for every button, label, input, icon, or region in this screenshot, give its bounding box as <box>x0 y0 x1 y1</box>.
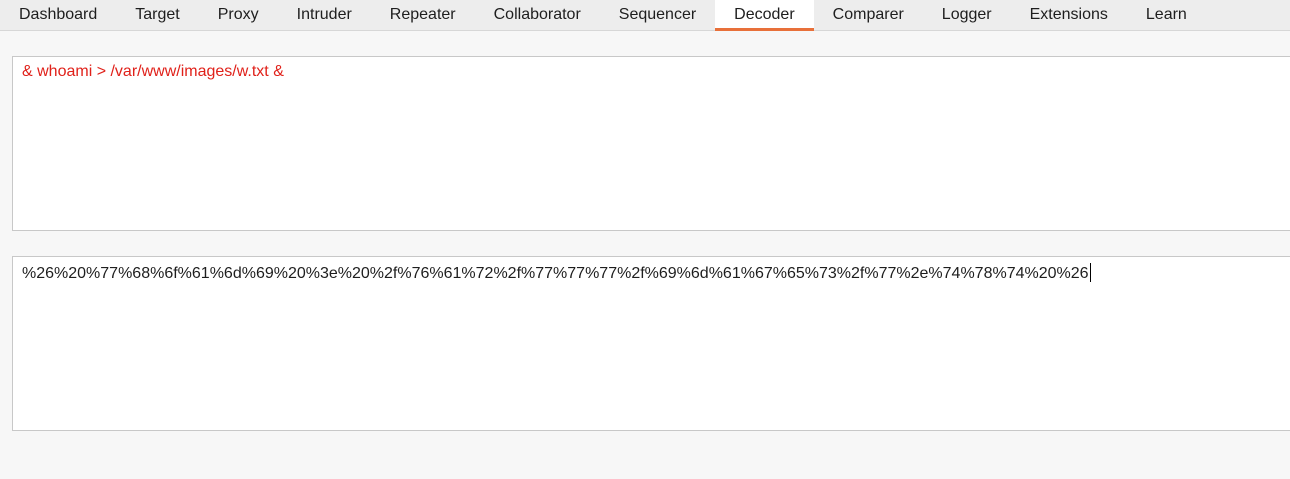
tab-dashboard[interactable]: Dashboard <box>0 0 116 30</box>
tab-logger[interactable]: Logger <box>923 0 1011 30</box>
tab-extensions[interactable]: Extensions <box>1011 0 1127 30</box>
tab-proxy[interactable]: Proxy <box>199 0 278 30</box>
tab-repeater[interactable]: Repeater <box>371 0 475 30</box>
main-tab-bar: Dashboard Target Proxy Intruder Repeater Coll… <box>0 0 1290 31</box>
tab-collaborator[interactable]: Collaborator <box>475 0 600 30</box>
decoder-output-text[interactable]: %26%20%77%68%6f%61%6d%69%20%3e%20%2f%76%… <box>22 265 1089 282</box>
text-caret <box>1089 263 1091 282</box>
tab-intruder[interactable]: Intruder <box>278 0 371 30</box>
tab-comparer[interactable]: Comparer <box>814 0 923 30</box>
decoder-input-editor[interactable]: & whoami > /var/www/images/w.txt & <box>12 56 1290 231</box>
decoder-input-text[interactable]: & whoami > /var/www/images/w.txt & <box>22 63 284 80</box>
tab-sequencer[interactable]: Sequencer <box>600 0 715 30</box>
tab-learn[interactable]: Learn <box>1127 0 1206 30</box>
tab-target[interactable]: Target <box>116 0 198 30</box>
decoder-output-editor[interactable]: %26%20%77%68%6f%61%6d%69%20%3e%20%2f%76%… <box>12 256 1290 431</box>
tab-decoder[interactable]: Decoder <box>715 0 815 31</box>
